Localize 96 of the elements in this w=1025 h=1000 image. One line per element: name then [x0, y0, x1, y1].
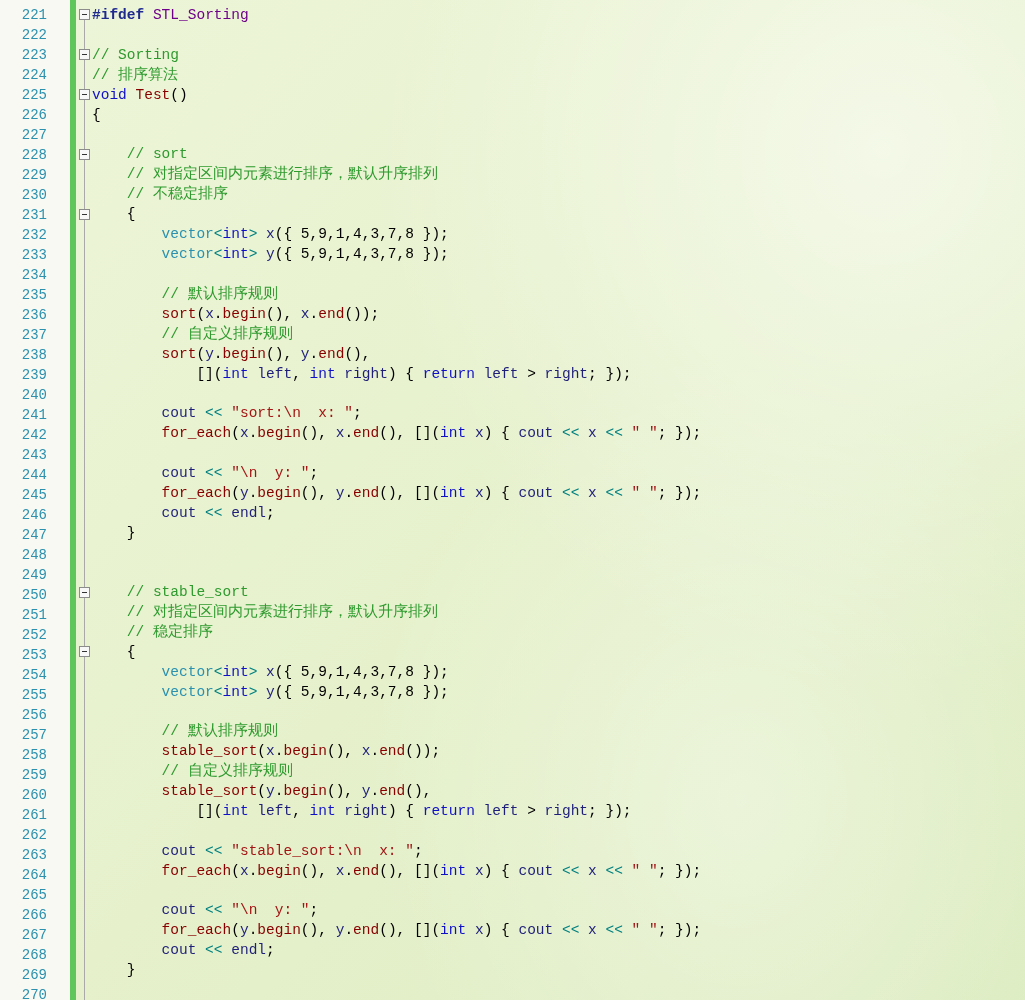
code-line: cout << endl;	[160, 503, 276, 523]
code-line: cout << "\n y: ";	[160, 901, 320, 921]
line-number: 232	[20, 226, 47, 245]
line-number: 259	[20, 766, 47, 785]
line-number: 229	[20, 166, 47, 185]
code-line: stable_sort(y.begin(), y.end(),	[160, 782, 433, 802]
code-line: // Sorting	[92, 45, 180, 65]
line-number: 267	[20, 926, 47, 945]
code-line: // sort	[125, 145, 189, 165]
code-line: }	[125, 523, 137, 543]
line-number: 257	[20, 726, 47, 745]
line-number: 243	[20, 446, 47, 465]
line-number: 261	[20, 806, 47, 825]
code-line: [](int left, int right) { return left > right; });	[195, 364, 633, 384]
line-number: 264	[20, 866, 47, 885]
code-line: // stable_sort	[125, 582, 250, 602]
code-line: void Test()	[92, 85, 189, 105]
code-line: {	[125, 642, 137, 662]
code-line: // 稳定排序	[125, 622, 214, 642]
code-line: #ifdef STL_Sorting	[92, 6, 250, 25]
fold-collapse-icon[interactable]	[78, 89, 90, 101]
line-number: 236	[20, 306, 47, 325]
line-number: 240	[20, 386, 47, 405]
code-line: sort(y.begin(), y.end(),	[160, 344, 372, 364]
code-line: [](int left, int right) { return left > right; });	[195, 802, 633, 822]
code-line: {	[92, 105, 102, 125]
line-number: 254	[20, 666, 47, 685]
code-line: cout << "sort:\n x: ";	[160, 404, 363, 424]
fold-collapse-icon[interactable]	[78, 49, 90, 61]
code-line: {	[125, 205, 137, 225]
line-number: 239	[20, 366, 47, 385]
line-number: 250	[20, 586, 47, 605]
line-number: 247	[20, 526, 47, 545]
line-number: 246	[20, 506, 47, 525]
line-number: 237	[20, 326, 47, 345]
fold-collapse-icon[interactable]	[78, 9, 90, 21]
code-line: // 对指定区间内元素进行排序，默认升序排列	[125, 164, 439, 185]
code-line: sort(x.begin(), x.end());	[160, 304, 381, 324]
line-number: 256	[20, 706, 47, 725]
line-number: 248	[20, 546, 47, 565]
fold-collapse-icon[interactable]	[78, 208, 90, 220]
line-number: 231	[20, 206, 47, 225]
line-number: 222	[20, 26, 47, 45]
line-number: 223	[20, 46, 47, 65]
line-number: 224	[20, 66, 47, 85]
code-line: for_each(x.begin(), x.end(), [](int x) { cout << x << " "; });	[160, 861, 702, 881]
code-line: for_each(y.begin(), y.end(), [](int x) { cout << x << " "; });	[160, 921, 702, 941]
line-number: 253	[20, 646, 47, 665]
line-number: 269	[20, 966, 47, 985]
line-number: 265	[20, 886, 47, 905]
line-number: 226	[20, 106, 47, 125]
line-number: 252	[20, 626, 47, 645]
code-line: vector<int> x({ 5,9,1,4,3,7,8 });	[160, 225, 450, 245]
code-line: // 默认排序规则	[160, 721, 279, 742]
line-number: 233	[20, 246, 47, 265]
code-line: cout << "stable_sort:\n x: ";	[160, 841, 424, 861]
line-number: 255	[20, 686, 47, 705]
code-line: }	[125, 961, 137, 981]
code-line: // 默认排序规则	[160, 284, 279, 304]
code-line: // 排序算法	[92, 65, 180, 85]
line-number: 251	[20, 606, 47, 625]
line-number: 245	[20, 486, 47, 505]
fold-collapse-icon[interactable]	[78, 646, 90, 658]
line-number: 235	[20, 286, 47, 305]
line-number: 227	[20, 126, 47, 145]
code-line: vector<int> y({ 5,9,1,4,3,7,8 });	[160, 682, 450, 702]
line-number: 249	[20, 566, 47, 585]
code-line: for_each(x.begin(), x.end(), [](int x) { cout << x << " "; });	[160, 424, 702, 444]
code-line: for_each(y.begin(), y.end(), [](int x) { cout << x << " "; });	[160, 483, 702, 503]
line-number: 241	[20, 406, 47, 425]
code-line: // 对指定区间内元素进行排序，默认升序排列	[125, 602, 439, 622]
code-line: vector<int> x({ 5,9,1,4,3,7,8 });	[160, 662, 450, 682]
line-number: 260	[20, 786, 47, 805]
code-line: vector<int> y({ 5,9,1,4,3,7,8 });	[160, 245, 450, 265]
line-number: 270	[20, 986, 47, 1000]
line-number: 266	[20, 906, 47, 925]
code-line: cout << "\n y: ";	[160, 463, 320, 483]
code-line: // 自定义排序规则	[160, 761, 294, 782]
line-number: 228	[20, 146, 47, 165]
line-number: 258	[20, 746, 47, 765]
line-number: 230	[20, 186, 47, 205]
line-number: 221	[20, 6, 47, 25]
line-number: 244	[20, 466, 47, 485]
fold-collapse-icon[interactable]	[78, 148, 90, 160]
line-number: 242	[20, 426, 47, 445]
line-number: 234	[20, 266, 47, 285]
code-line: stable_sort(x.begin(), x.end());	[160, 742, 442, 762]
code-line: cout << endl;	[160, 941, 276, 961]
code-line: // 自定义排序规则	[160, 324, 294, 344]
line-number: 238	[20, 346, 47, 365]
line-number: 225	[20, 86, 47, 105]
fold-collapse-icon[interactable]	[78, 586, 90, 598]
line-number: 263	[20, 846, 47, 865]
code-line: // 不稳定排序	[125, 184, 229, 205]
line-number: 268	[20, 946, 47, 965]
line-number: 262	[20, 826, 47, 845]
